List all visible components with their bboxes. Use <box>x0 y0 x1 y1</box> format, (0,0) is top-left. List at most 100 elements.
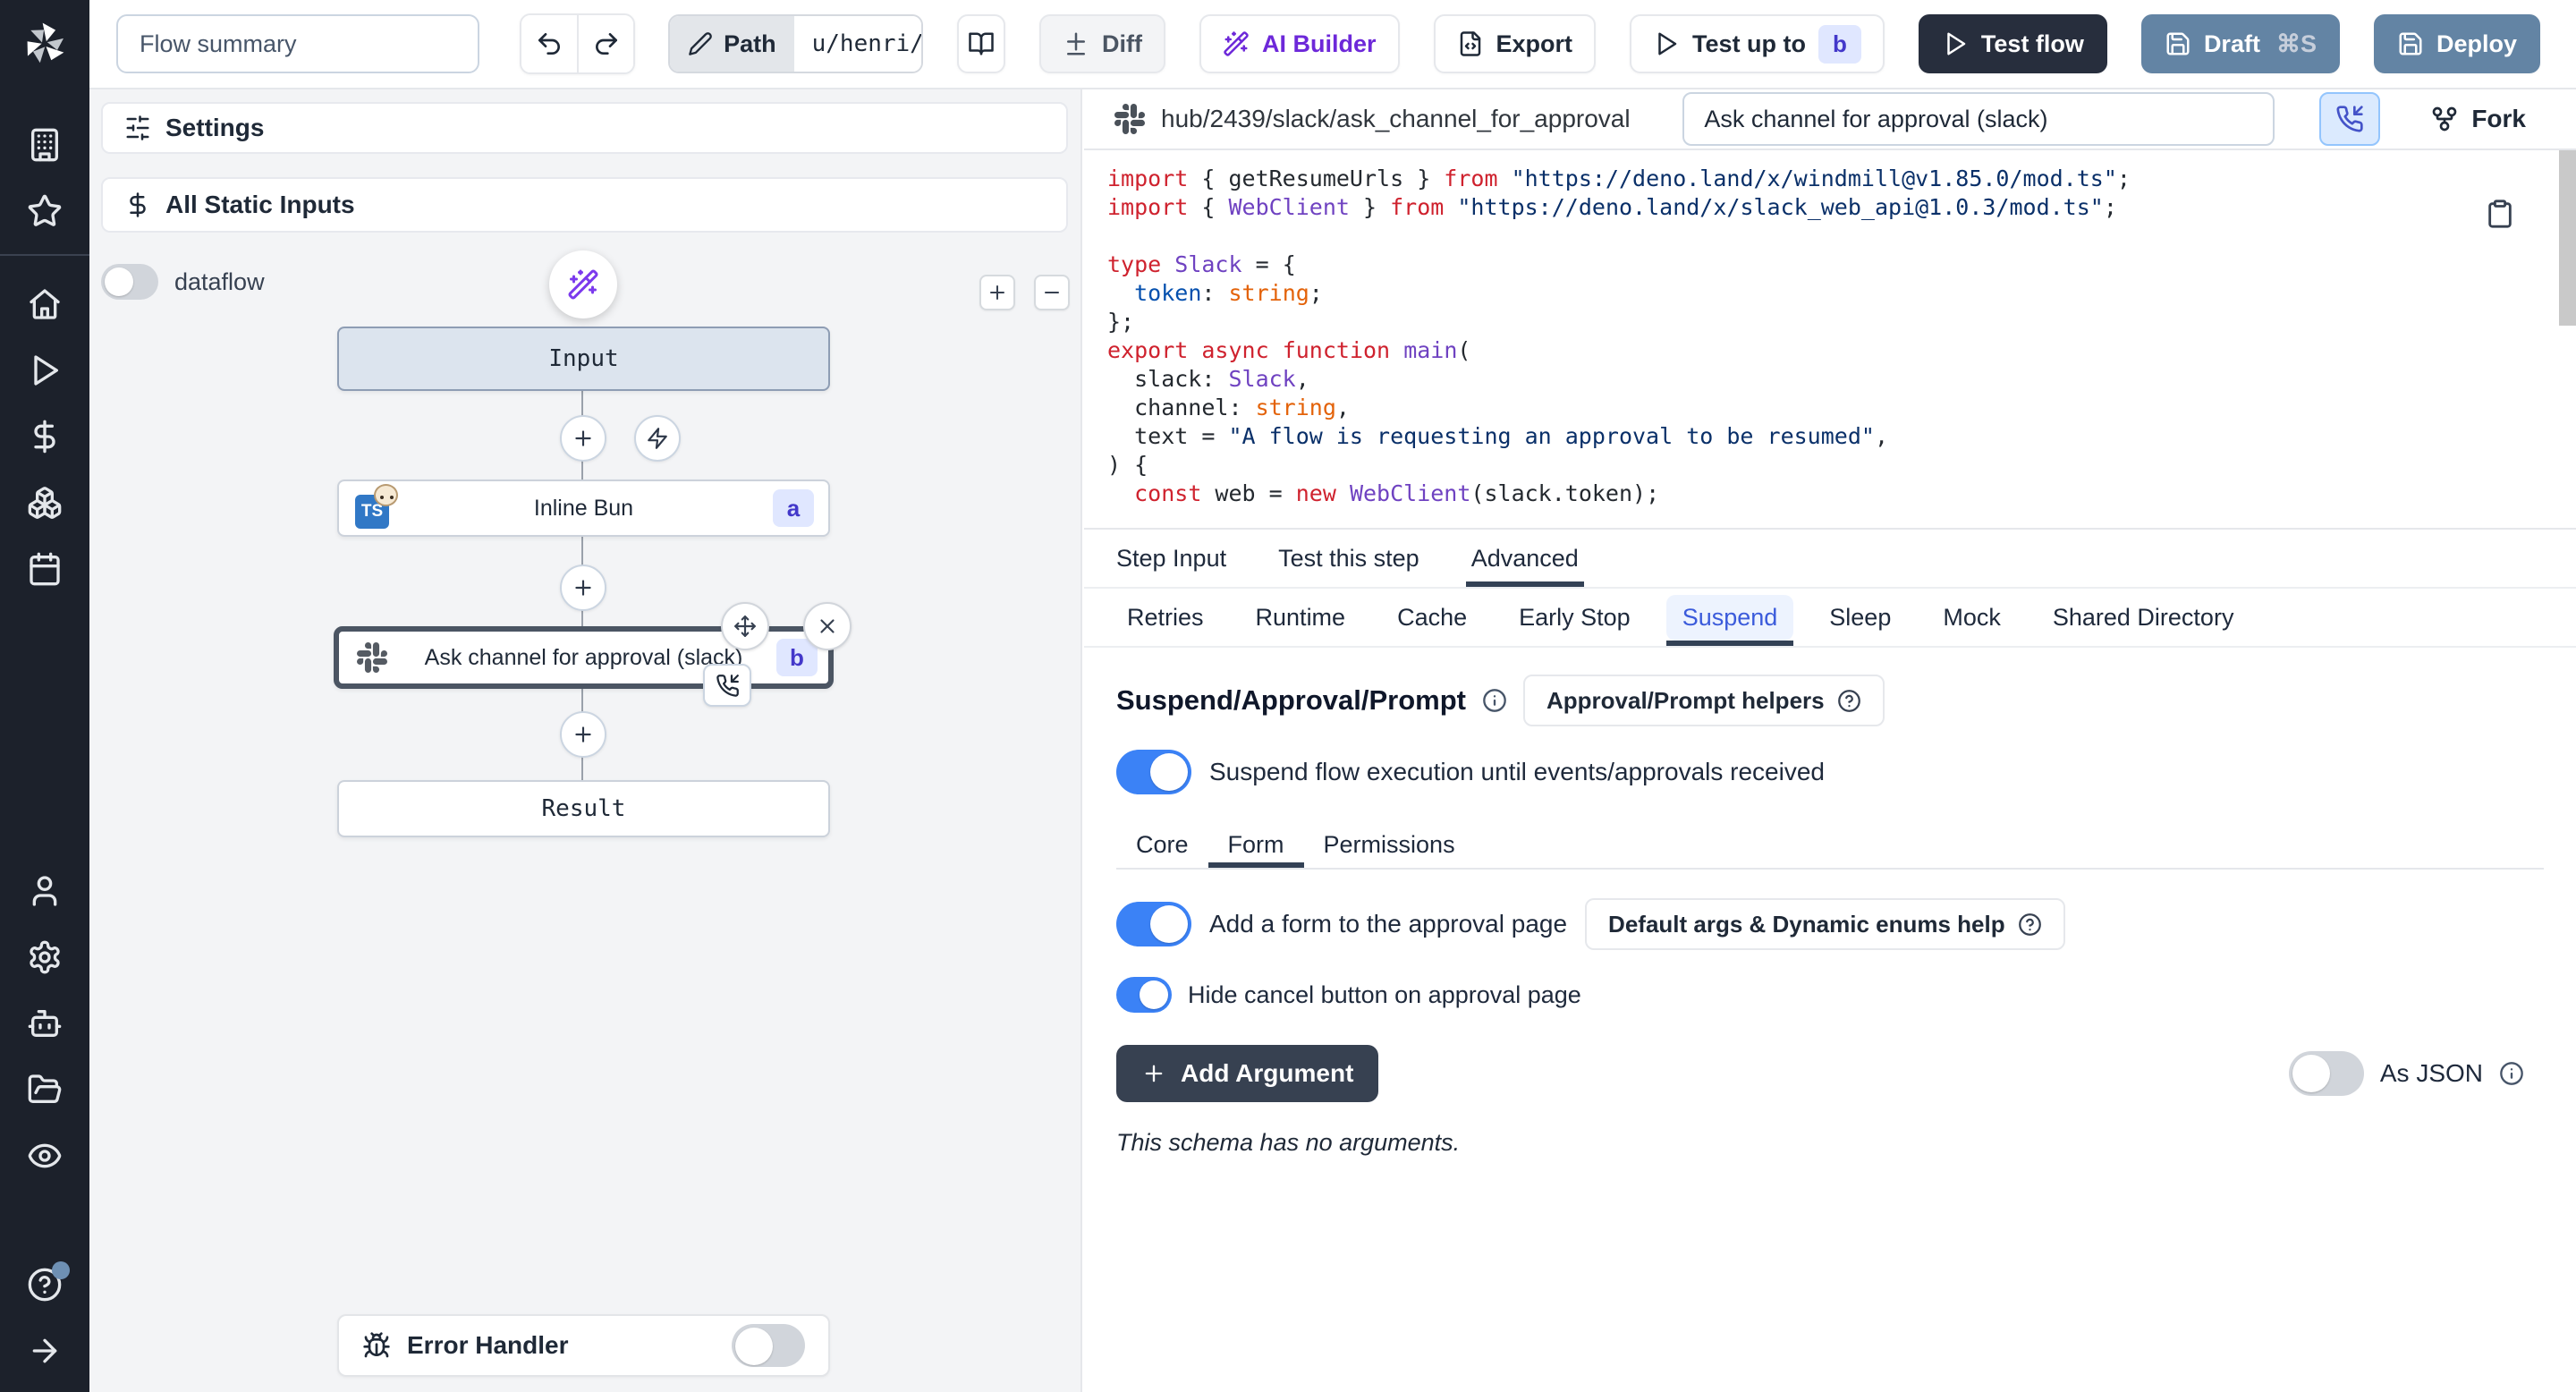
add-step-button[interactable] <box>560 564 606 611</box>
export-button[interactable]: Export <box>1434 14 1597 73</box>
draft-button[interactable]: Draft⌘S <box>2141 14 2340 73</box>
subtab-early-stop[interactable]: Early Stop <box>1499 589 1650 646</box>
zap-icon <box>646 427 669 450</box>
info-icon[interactable] <box>2499 1061 2524 1086</box>
star-icon[interactable] <box>25 191 64 231</box>
copy-code-icon[interactable] <box>2485 199 2515 229</box>
dollar-icon <box>124 191 151 218</box>
deploy-button[interactable]: Deploy <box>2374 14 2540 73</box>
test-up-to-button[interactable]: Test up tob <box>1630 14 1885 73</box>
all-static-inputs-button[interactable]: All Static Inputs <box>101 177 1068 233</box>
approval-helpers-button[interactable]: Approval/Prompt helpers <box>1523 675 1885 726</box>
arrow-right-icon[interactable] <box>25 1331 64 1371</box>
folder-open-icon[interactable] <box>25 1070 64 1109</box>
code-line: channel: string, <box>1107 394 2576 422</box>
subtab-retries[interactable]: Retries <box>1107 589 1224 646</box>
subtab-mock[interactable]: Mock <box>1923 589 2021 646</box>
bug-icon <box>362 1331 391 1360</box>
play-icon[interactable] <box>25 351 64 390</box>
hub-script-path: hub/2439/slack/ask_channel_for_approval <box>1161 105 1631 133</box>
add-form-toggle[interactable] <box>1116 902 1191 946</box>
calendar-icon[interactable] <box>25 549 64 589</box>
tab-form[interactable]: Form <box>1208 821 1304 868</box>
add-step-button[interactable] <box>560 711 606 758</box>
step-name-input[interactable] <box>1682 92 2275 146</box>
subtab-sleep[interactable]: Sleep <box>1809 589 1911 646</box>
suspend-inner-tabs: Core Form Permissions <box>1116 821 2544 868</box>
ai-flow-builder-button[interactable] <box>549 250 617 318</box>
path-field[interactable]: Path u/henri/ben <box>668 14 923 73</box>
tab-step-input[interactable]: Step Input <box>1116 530 1226 587</box>
move-icon <box>733 615 757 638</box>
save-icon <box>2397 30 2424 57</box>
node-inline-bun[interactable]: TS Inline Bun a <box>337 480 830 537</box>
node-result-label: Result <box>542 795 626 822</box>
delete-node-button[interactable] <box>803 602 852 650</box>
minus-icon <box>1041 282 1063 303</box>
suspend-indicator-badge[interactable] <box>703 664 751 707</box>
test-up-to-label: Test up to <box>1692 30 1806 58</box>
node-result[interactable]: Result <box>337 780 830 837</box>
subtab-cache[interactable]: Cache <box>1377 589 1487 646</box>
suspend-toggle[interactable] <box>1116 750 1191 794</box>
tab-advanced[interactable]: Advanced <box>1471 530 1579 587</box>
windmill-logo-icon[interactable] <box>19 18 71 70</box>
bot-icon[interactable] <box>25 1004 64 1043</box>
flow-settings-button[interactable]: Settings <box>101 102 1068 154</box>
flow-summary-input[interactable] <box>116 14 479 73</box>
redo-button[interactable] <box>577 15 633 72</box>
help-icon[interactable] <box>25 1265 64 1304</box>
user-icon[interactable] <box>25 871 64 911</box>
undo-redo-group <box>520 13 635 74</box>
dataflow-label: dataflow <box>174 268 265 296</box>
node-input[interactable]: Input <box>337 327 830 391</box>
undo-button[interactable] <box>521 15 577 72</box>
rail-mid-group <box>25 284 64 589</box>
building-icon[interactable] <box>25 125 64 165</box>
windmill-flow-editor: Path u/henri/ben Diff AI Builder Export … <box>0 0 2576 1392</box>
suspend-title: Suspend/Approval/Prompt <box>1116 684 1466 717</box>
plus-icon <box>987 282 1008 303</box>
docs-button[interactable] <box>957 14 1005 73</box>
tab-core[interactable]: Core <box>1116 821 1208 868</box>
suspend-step-button[interactable] <box>2319 92 2380 146</box>
node-approval-selected[interactable]: Ask channel for approval (slack) b <box>334 626 834 689</box>
dataflow-toggle[interactable] <box>101 264 158 300</box>
subtab-shared-directory[interactable]: Shared Directory <box>2033 589 2254 646</box>
gear-icon[interactable] <box>25 938 64 977</box>
approval-helpers-label: Approval/Prompt helpers <box>1546 687 1825 715</box>
move-node-handle[interactable] <box>721 602 769 650</box>
as-json-toggle[interactable] <box>2289 1051 2364 1096</box>
code-line: token: string; <box>1107 279 2576 308</box>
tab-permissions[interactable]: Permissions <box>1304 821 1475 868</box>
scrollbar-thumb[interactable] <box>2559 150 2576 326</box>
subtab-suspend[interactable]: Suspend <box>1663 589 1798 646</box>
suspend-settings: Suspend/Approval/Prompt Approval/Prompt … <box>1084 648 2576 1157</box>
code-editor[interactable]: import { getResumeUrls } from "https://d… <box>1084 150 2576 530</box>
zoom-out-button[interactable] <box>1034 275 1070 310</box>
diff-button[interactable]: Diff <box>1039 14 1165 73</box>
error-handler-toggle[interactable] <box>732 1324 805 1367</box>
zoom-in-button[interactable] <box>979 275 1015 310</box>
add-argument-button[interactable]: Add Argument <box>1116 1045 1378 1102</box>
boxes-icon[interactable] <box>25 483 64 522</box>
help-circle-icon <box>1837 689 1861 713</box>
ai-builder-button[interactable]: AI Builder <box>1199 14 1400 73</box>
tab-test-this-step[interactable]: Test this step <box>1278 530 1419 587</box>
redo-icon <box>592 30 621 58</box>
default-args-help-button[interactable]: Default args & Dynamic enums help <box>1585 898 2065 950</box>
home-icon[interactable] <box>25 284 64 324</box>
code-line: const web = new WebClient(slack.token); <box>1107 480 2576 508</box>
eye-icon[interactable] <box>25 1136 64 1176</box>
test-flow-button[interactable]: Test flow <box>1919 14 2107 73</box>
diff-icon <box>1063 30 1089 57</box>
fork-button[interactable]: Fork <box>2430 105 2526 133</box>
add-trigger-button[interactable] <box>634 415 681 462</box>
add-step-button[interactable] <box>560 415 606 462</box>
play-icon <box>1653 30 1680 57</box>
code-line <box>1107 222 2576 250</box>
subtab-runtime[interactable]: Runtime <box>1236 589 1366 646</box>
info-icon[interactable] <box>1482 688 1507 713</box>
dollar-icon[interactable] <box>25 417 64 456</box>
hide-cancel-toggle[interactable] <box>1116 977 1172 1013</box>
